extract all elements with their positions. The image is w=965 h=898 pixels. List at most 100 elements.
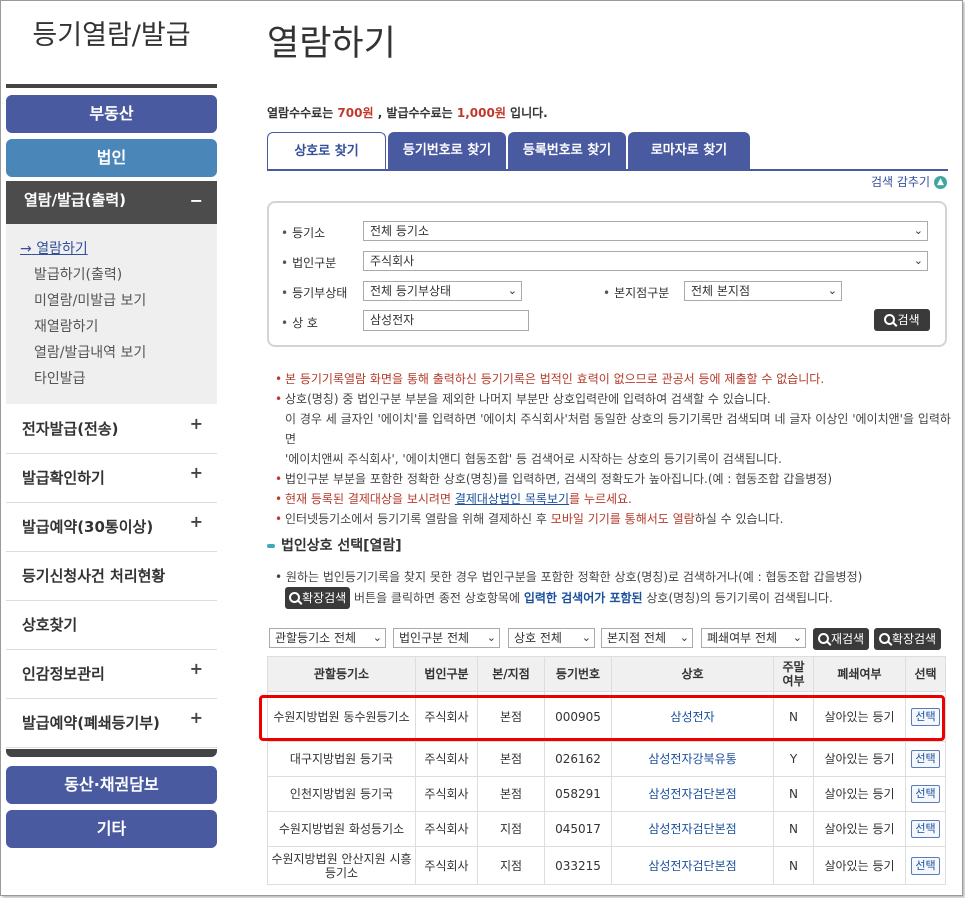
cell-registry: 수원지방법원 화성등기소: [267, 811, 416, 847]
ext-search-inline-button[interactable]: 확장검색: [285, 587, 351, 609]
submenu-item-issue[interactable]: 발급하기(출력): [34, 264, 122, 284]
tab-reg-number[interactable]: 등기번호로 찾기: [388, 132, 506, 170]
notices: • 본 등기기록열람 화면을 통해 출력하신 등기기록은 법적인 효력이 없으므로…: [275, 369, 955, 529]
collapse-icon[interactable]: −: [190, 181, 203, 220]
menu-seal-info[interactable]: 인감정보관리 +: [6, 650, 217, 699]
submenu: → 열람하기 발급하기(출력) 미열람/미발급 보기 재열람하기 열람/발급내역…: [6, 224, 217, 404]
nav-movable-collateral[interactable]: 동산·채권담보: [6, 766, 217, 804]
table-row[interactable]: 수원지방법원 화성등기소 주식회사 지점 045017 삼성전자검단본점 N 살아있는 등기…: [267, 811, 946, 847]
cell-weekend: N: [773, 846, 814, 885]
notice-text: 상호(명칭) 중 법인구분 부분을 제외한 나머지 부분만 상호입력란에 입력하…: [285, 392, 771, 406]
chevron-down-icon: ⌄: [913, 254, 923, 267]
search-icon: [817, 633, 829, 644]
status-select[interactable]: 전체 등기부상태 ⌄: [363, 281, 522, 301]
menu-e-issue[interactable]: 전자발급(전송) +: [6, 405, 217, 454]
cell-registry: 수원지방법원 안산지원 시흥등기소: [267, 846, 416, 885]
fee-text: , 발급수수료는: [373, 106, 457, 120]
menu-issue-reserve[interactable]: 발급예약(30통이상) +: [6, 503, 217, 552]
cell-name[interactable]: 삼성전자강북유통: [611, 741, 774, 777]
payment-list-link[interactable]: 결제대상법인 목록보기: [455, 492, 569, 506]
cell-branch: 본점: [477, 691, 545, 742]
name-input[interactable]: 삼성전자: [363, 310, 529, 331]
select-button[interactable]: 선택: [911, 785, 940, 803]
col-corp-type: 법인구분: [415, 656, 478, 692]
menu-closed-reserve[interactable]: 발급예약(폐쇄등기부) +: [6, 699, 217, 748]
info-line: 확장검색 버튼을 클릭하면 종전 상호항목에 입력한 검색어가 포함된 상호(명…: [275, 587, 955, 609]
fee-text: 열람수수료는: [267, 106, 338, 120]
plus-icon[interactable]: +: [190, 399, 203, 448]
plus-icon[interactable]: +: [190, 693, 203, 742]
menu-name-search[interactable]: 상호찾기: [6, 601, 217, 650]
cell-weekend: N: [773, 691, 814, 742]
select-button[interactable]: 선택: [911, 856, 940, 875]
window-frame: 등기열람/발급 부동산 법인 열람/발급(출력) − → 열람하기 발급하기(출…: [0, 0, 963, 896]
hide-search-toggle[interactable]: 검색 감추기 ▲: [871, 173, 947, 190]
menu-issue-confirm[interactable]: 발급확인하기 +: [6, 454, 217, 503]
search-icon: [289, 592, 300, 603]
search-button[interactable]: 검색: [874, 309, 930, 331]
ext-search-button[interactable]: 확장검색: [874, 628, 941, 650]
plus-icon[interactable]: +: [190, 644, 203, 693]
cell-name[interactable]: 삼성전자검단본점: [611, 846, 774, 885]
nav-real-estate[interactable]: 부동산: [6, 95, 217, 133]
nav-other[interactable]: 기타: [6, 810, 217, 848]
cell-select: 선택: [905, 846, 946, 885]
branch-select-value: 전체 본지점: [691, 284, 751, 298]
filter-corp-type[interactable]: 법인구분 전체 ⌄: [393, 628, 500, 648]
submenu-item-view[interactable]: → 열람하기: [20, 238, 88, 258]
chevron-down-icon: ⌄: [486, 631, 496, 644]
chevron-down-icon: ⌄: [827, 284, 837, 297]
filter-value: 상호 전체: [514, 631, 562, 645]
filter-branch[interactable]: 본지점 전체 ⌄: [601, 628, 693, 648]
tab-name-search[interactable]: 상호로 찾기: [267, 132, 386, 170]
submenu-item-unviewed[interactable]: 미열람/미발급 보기: [34, 290, 146, 310]
notice-text: 법인구분 부분을 포함한 정확한 상호(명칭)를 입력하면, 검색의 정확도가 …: [285, 472, 833, 486]
filter-name[interactable]: 상호 전체 ⌄: [508, 628, 595, 648]
table-row[interactable]: 대구지방법원 등기국 주식회사 본점 026162 삼성전자강북유통 Y 살아있는 등기 선택: [267, 741, 946, 777]
table-row[interactable]: 수원지방법원 동수원등기소 주식회사 본점 000905 삼성전자 N 살아있는 등기 선택: [267, 691, 946, 742]
cell-select: 선택: [905, 741, 946, 777]
notice-highlight: 모바일 기기를 통해서도 열람: [550, 512, 695, 526]
select-button[interactable]: 선택: [911, 750, 940, 768]
submenu-item-others[interactable]: 타인발급: [34, 368, 86, 388]
cell-name[interactable]: 삼성전자: [611, 691, 774, 742]
notice-item: • 현재 등록된 결제대상을 보시려면 결제대상법인 목록보기를 누르세요.: [275, 492, 632, 506]
select-button[interactable]: 선택: [911, 707, 940, 726]
submenu-item-history[interactable]: 열람/발급내역 보기: [34, 342, 146, 362]
nav-view-issue[interactable]: 열람/발급(출력) −: [6, 181, 217, 224]
table-row[interactable]: 수원지방법원 안산지원 시흥등기소 주식회사 지점 033215 삼성전자검단본점 N 살아…: [267, 846, 946, 885]
filter-closed[interactable]: 폐쇄여부 전체 ⌄: [701, 628, 806, 648]
sidebar-divider: [6, 84, 217, 88]
menu-label: 발급확인하기: [22, 469, 105, 487]
corp-type-select-value: 주식회사: [370, 254, 415, 268]
table-row[interactable]: 인천지방법원 등기국 주식회사 본점 058291 삼성전자검단본점 N 살아있는 등기 선택: [267, 776, 946, 812]
cell-corp-type: 주식회사: [415, 691, 478, 742]
cell-closed: 살아있는 등기: [813, 846, 906, 885]
menu-label: 발급예약(폐쇄등기부): [22, 714, 160, 732]
select-button[interactable]: 선택: [911, 820, 940, 838]
nav-corporation[interactable]: 법인: [6, 139, 217, 177]
research-button[interactable]: 재검색: [813, 628, 869, 650]
filter-registry[interactable]: 관할등기소 전체 ⌄: [269, 628, 386, 648]
branch-label: 본지점구분: [603, 284, 669, 301]
registry-select[interactable]: 전체 등기소 ⌄: [363, 221, 928, 241]
cell-name[interactable]: 삼성전자검단본점: [611, 811, 774, 847]
col-closed: 폐쇄여부: [813, 656, 906, 692]
col-branch: 본/지점: [477, 656, 545, 692]
plus-icon[interactable]: +: [190, 448, 203, 497]
name-label: 상 호: [281, 314, 318, 331]
corp-type-select[interactable]: 주식회사 ⌄: [363, 251, 928, 271]
tab-biz-number[interactable]: 등록번호로 찾기: [508, 132, 626, 170]
section-bullet-icon: [267, 544, 275, 548]
search-button-label: 검색: [897, 313, 920, 327]
menu-case-status[interactable]: 등기신청사건 처리현황: [6, 552, 217, 601]
plus-icon[interactable]: +: [190, 497, 203, 546]
status-select-value: 전체 등기부상태: [370, 284, 452, 298]
fee-text: 입니다.: [505, 106, 548, 120]
tab-roman[interactable]: 로마자로 찾기: [628, 132, 750, 170]
chevron-down-icon: ⌄: [679, 631, 689, 644]
submenu-item-review[interactable]: 재열람하기: [34, 316, 98, 336]
cell-name[interactable]: 삼성전자검단본점: [611, 776, 774, 812]
notice-text: 를 누르세요.: [569, 492, 632, 506]
branch-select[interactable]: 전체 본지점 ⌄: [684, 281, 842, 301]
